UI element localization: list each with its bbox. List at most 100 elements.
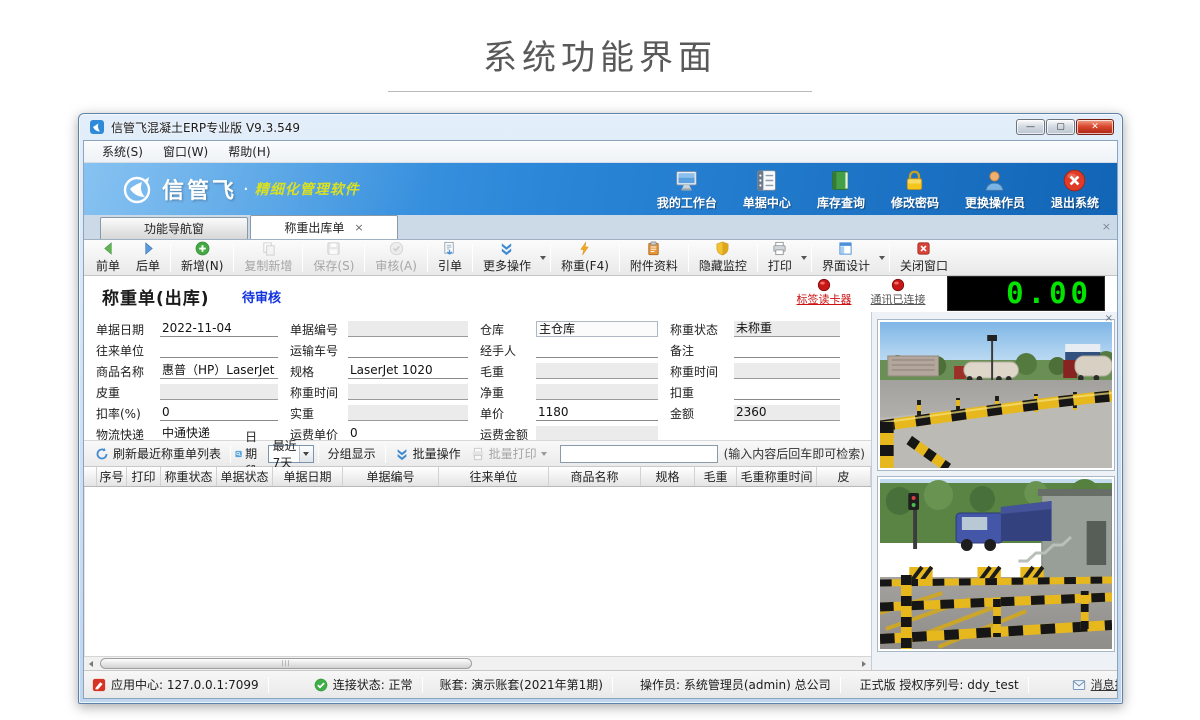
form-label: 称重时间	[290, 384, 348, 401]
quick-doc-center[interactable]: 单据中心	[743, 168, 791, 211]
page: 系统功能界面 信管飞混凝土ERP专业版 V9.3.549 — ▢ ✕ 系统(S)…	[0, 0, 1200, 720]
column-header[interactable]: 往来单位	[439, 467, 549, 486]
close-button[interactable]: ✕	[1076, 119, 1114, 135]
comm-status-link[interactable]: 通讯已连接	[871, 291, 926, 307]
form-field[interactable]	[160, 342, 278, 358]
form-field[interactable]	[734, 342, 840, 358]
quick-switch-operator[interactable]: 更换操作员	[965, 168, 1025, 211]
print-button[interactable]: 打印	[760, 239, 800, 276]
form-field[interactable]	[734, 384, 840, 400]
form-field[interactable]: 2022-11-04	[160, 321, 278, 337]
column-header[interactable]: 单据编号	[343, 467, 439, 486]
quick-exit-system[interactable]: 退出系统	[1051, 168, 1099, 211]
add-new-button[interactable]: 新增(N)	[173, 239, 231, 276]
weigh-button[interactable]: 称重(F4)	[553, 239, 617, 276]
double-chevron-icon	[395, 447, 409, 461]
status-message-center[interactable]: 消息提醒中心	[1072, 676, 1117, 693]
card-reader-led-icon	[817, 277, 831, 291]
horizontal-scrollbar[interactable]: |||	[84, 656, 871, 670]
group-display-button[interactable]: 分组显示	[323, 443, 381, 464]
quick-change-password[interactable]: 修改密码	[891, 168, 939, 211]
panel-close-icon[interactable]: ×	[1105, 313, 1113, 324]
form-label: 单据编号	[290, 321, 348, 338]
date-range-select[interactable]: 最近7天	[268, 445, 314, 463]
window-titlebar[interactable]: 信管飞混凝土ERP专业版 V9.3.549 — ▢ ✕	[79, 114, 1122, 140]
form-label: 毛重	[480, 363, 536, 380]
document-title: 称重单(出库)	[102, 284, 210, 309]
app-window: 信管飞混凝土ERP专业版 V9.3.549 — ▢ ✕ 系统(S)窗口(W)帮助…	[78, 113, 1123, 704]
status-app-center: 应用中心: 127.0.0.1:7099	[92, 676, 259, 693]
form-field[interactable]: 主仓库	[536, 321, 658, 337]
dropdown-caret-icon[interactable]	[879, 256, 885, 260]
pull-order-button[interactable]: 引单	[430, 239, 470, 276]
batch-operation-button[interactable]: 批量操作	[390, 443, 466, 464]
more-actions-button[interactable]: 更多操作	[475, 239, 539, 276]
tab-function-nav[interactable]: 功能导航窗	[100, 217, 248, 239]
next-doc-button[interactable]: 后单	[128, 239, 168, 276]
printer-icon	[471, 447, 485, 461]
form-field	[160, 384, 278, 400]
audit-button[interactable]: 审核(A)	[367, 239, 425, 276]
form-field	[348, 384, 468, 400]
table-body[interactable]	[84, 487, 871, 656]
form-field[interactable]: LaserJet 1020	[348, 363, 468, 379]
form-field[interactable]: 惠普（HP）LaserJet 1020	[160, 363, 278, 379]
copy-new-button[interactable]: 复制新增	[236, 239, 300, 276]
scrollbar-thumb[interactable]: |||	[100, 658, 472, 669]
tab-strip-close-icon[interactable]: ×	[1102, 220, 1111, 233]
close-window-button[interactable]: 关闭窗口	[892, 239, 956, 276]
maximize-button[interactable]: ▢	[1046, 119, 1075, 135]
inventory-book-icon	[828, 168, 853, 193]
menu-window[interactable]: 窗口(W)	[153, 143, 218, 160]
separator	[472, 244, 473, 272]
dropdown-caret-icon[interactable]	[540, 256, 546, 260]
form-field[interactable]: 0	[160, 405, 278, 421]
dropdown-caret-icon	[541, 452, 547, 456]
form-field[interactable]	[536, 342, 658, 358]
comm-status-led-icon	[891, 277, 905, 291]
form-field: 未称重	[734, 321, 840, 337]
ui-design-button[interactable]: 界面设计	[814, 239, 878, 276]
minimize-button[interactable]: —	[1016, 119, 1045, 135]
card-reader-link[interactable]: 标签读卡器	[797, 291, 852, 307]
attachment-button[interactable]: 附件资料	[622, 239, 686, 276]
quick-my-workbench[interactable]: 我的工作台	[657, 168, 717, 211]
batch-print-button[interactable]: 批量打印	[466, 443, 552, 464]
column-header[interactable]: 打印	[127, 467, 161, 486]
save-icon	[326, 241, 341, 256]
hide-monitor-button[interactable]: 隐藏监控	[691, 239, 755, 276]
tab-close-icon[interactable]: ×	[354, 221, 363, 234]
scroll-left-icon[interactable]	[84, 657, 98, 670]
column-header[interactable]: 规格	[641, 467, 695, 486]
brand-banner: 信管飞 · 精细化管理软件 我的工作台单据中心库存查询修改密码更换操作员退出系统	[84, 163, 1117, 215]
weigh-lightning-icon	[577, 241, 592, 256]
form-field[interactable]	[348, 342, 468, 358]
column-header[interactable]: 毛重称重时间	[737, 467, 817, 486]
brand-separator: ·	[243, 179, 249, 200]
column-header[interactable]: 单据状态	[217, 467, 273, 486]
column-header[interactable]: 序号	[97, 467, 127, 486]
tab-weigh-outbound[interactable]: 称重出库单×	[250, 215, 398, 239]
column-header[interactable]: 商品名称	[549, 467, 641, 486]
column-header[interactable]: 单据日期	[273, 467, 343, 486]
refresh-list-button[interactable]: 刷新最近称重单列表	[90, 443, 226, 464]
search-input[interactable]	[560, 445, 718, 463]
tab-bar: 功能导航窗称重出库单××	[84, 215, 1117, 240]
save-button[interactable]: 保存(S)	[305, 239, 362, 276]
scroll-right-icon[interactable]	[857, 657, 871, 670]
brand-logo: 信管飞 · 精细化管理软件	[120, 172, 360, 206]
prev-doc-button[interactable]: 前单	[88, 239, 128, 276]
form-label: 经手人	[480, 342, 536, 359]
form-label: 皮重	[96, 384, 160, 401]
form-field[interactable]: 1180	[536, 405, 658, 421]
column-header[interactable]: 称重状态	[161, 467, 217, 486]
dropdown-caret-icon[interactable]	[801, 256, 807, 260]
quick-inventory-query[interactable]: 库存查询	[817, 168, 865, 211]
column-header[interactable]: 皮	[817, 467, 871, 486]
toolbar-button-label: 复制新增	[244, 257, 292, 274]
column-header[interactable]: 毛重	[695, 467, 737, 486]
attachment-icon	[646, 241, 661, 256]
menu-system[interactable]: 系统(S)	[92, 143, 153, 160]
menu-help[interactable]: 帮助(H)	[218, 143, 280, 160]
password-lock-icon	[902, 168, 927, 193]
